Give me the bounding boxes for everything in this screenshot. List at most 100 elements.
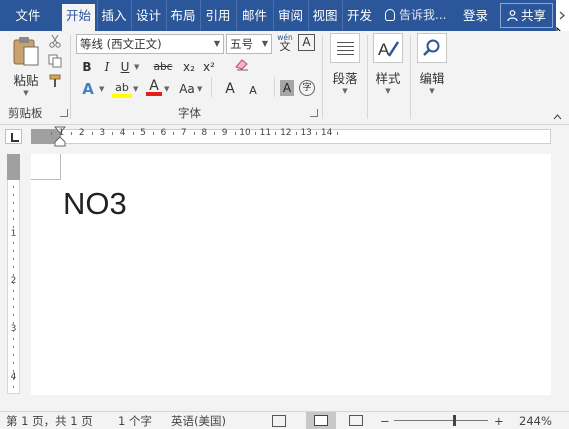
tab-view[interactable]: 视图 bbox=[308, 0, 341, 31]
vertical-ruler-tick bbox=[13, 234, 14, 236]
margin-corner bbox=[31, 154, 61, 180]
tab-insert[interactable]: 插入 bbox=[97, 0, 130, 31]
underline-button[interactable]: U bbox=[118, 58, 132, 76]
horizontal-ruler[interactable]: 1 2 3 4 5 6 7 8 9 10 11 12 13 14 bbox=[0, 126, 569, 147]
vertical-ruler-tick bbox=[13, 194, 14, 196]
styles-dropdown-arrow: ▼ bbox=[385, 87, 391, 95]
tab-layout[interactable]: 布局 bbox=[166, 0, 199, 31]
ribbon-tab-bar: 文件 开始 插入 设计 布局 引用 邮件 审阅 视图 开发 告诉我... 登录 … bbox=[0, 0, 569, 31]
lightbulb-icon bbox=[385, 9, 395, 21]
font-name-combobox[interactable]: 等线 (西文正文) ▼ bbox=[76, 34, 224, 54]
bold-button[interactable]: B bbox=[80, 58, 94, 76]
styles-button[interactable]: A 样式 ▼ bbox=[370, 33, 406, 99]
paste-label: 粘贴 bbox=[13, 73, 39, 88]
tab-home[interactable]: 开始 bbox=[62, 4, 95, 31]
underline-dropdown-arrow[interactable]: ▼ bbox=[134, 58, 139, 76]
tab-file[interactable]: 文件 bbox=[0, 0, 56, 31]
document-text[interactable]: NO3 bbox=[63, 186, 127, 222]
copy-icon bbox=[48, 54, 62, 68]
status-bar: 第 1 页，共 1 页 1 个字 英语(美国) − + 244% bbox=[0, 411, 569, 429]
font-size-combobox[interactable]: 五号 ▼ bbox=[226, 34, 272, 54]
change-case-dropdown-arrow[interactable]: ▼ bbox=[197, 80, 202, 98]
zoom-slider-thumb[interactable] bbox=[453, 415, 456, 426]
grow-font-button[interactable]: A bbox=[223, 80, 237, 98]
shrink-font-button[interactable]: A bbox=[246, 82, 260, 100]
styles-icon: A bbox=[373, 33, 403, 63]
web-layout-icon[interactable] bbox=[349, 415, 363, 426]
vertical-ruler-tick bbox=[13, 322, 14, 324]
chevron-down-icon[interactable]: ▼ bbox=[211, 35, 223, 53]
editing-label: 编辑 bbox=[419, 71, 445, 86]
clipboard-launcher-icon[interactable] bbox=[60, 109, 68, 117]
paste-button[interactable]: 粘贴 ▼ bbox=[8, 35, 44, 97]
paragraph-button[interactable]: 段落 ▼ bbox=[327, 33, 363, 99]
tell-me-box[interactable]: 告诉我... bbox=[385, 0, 446, 31]
ruler-tick bbox=[234, 132, 236, 135]
zoom-in-button[interactable]: + bbox=[494, 412, 504, 429]
separator bbox=[211, 77, 212, 97]
copy-button[interactable] bbox=[48, 54, 66, 72]
ruler-number: 3 bbox=[99, 128, 106, 138]
tab-mailings[interactable]: 邮件 bbox=[236, 0, 272, 31]
ruler-number: 5 bbox=[140, 128, 146, 138]
tab-developer[interactable]: 开发 bbox=[342, 0, 376, 31]
format-painter-button[interactable] bbox=[48, 74, 66, 92]
word-count[interactable]: 1 个字 bbox=[118, 412, 152, 429]
enclose-char-border-button[interactable]: A bbox=[298, 34, 315, 51]
separator bbox=[274, 77, 275, 97]
zoom-slider-track[interactable] bbox=[394, 420, 488, 421]
tab-selector-icon[interactable] bbox=[5, 129, 22, 144]
vertical-ruler-tick bbox=[13, 226, 14, 228]
vertical-scrollbar[interactable] bbox=[553, 147, 569, 401]
page-count[interactable]: 第 1 页，共 1 页 bbox=[6, 412, 93, 429]
font-color-button[interactable]: A bbox=[146, 77, 162, 96]
zoom-level[interactable]: 244% bbox=[519, 412, 552, 429]
character-shading-button[interactable]: A bbox=[280, 80, 294, 96]
strikethrough-button[interactable]: abc bbox=[152, 58, 174, 76]
superscript-button[interactable]: x² bbox=[201, 58, 217, 76]
vertical-ruler-tick bbox=[13, 370, 14, 372]
login-link[interactable]: 登录 bbox=[463, 0, 488, 31]
tab-review[interactable]: 审阅 bbox=[273, 0, 307, 31]
highlight-button[interactable]: ab bbox=[112, 78, 132, 98]
zoom-out-button[interactable]: − bbox=[380, 412, 390, 429]
tab-design[interactable]: 设计 bbox=[131, 0, 165, 31]
subscript-button[interactable]: x₂ bbox=[181, 58, 197, 76]
phonetic-guide-button[interactable]: wén 文 bbox=[276, 33, 294, 55]
font-group-label: 字体 bbox=[178, 106, 201, 120]
document-page[interactable]: NO3 bbox=[31, 154, 551, 395]
collapse-ribbon-icon[interactable] bbox=[553, 109, 562, 120]
vertical-ruler-tick bbox=[13, 346, 14, 348]
cut-button[interactable] bbox=[48, 34, 66, 52]
font-launcher-icon[interactable] bbox=[310, 109, 318, 117]
enclose-characters-button[interactable]: 字 bbox=[299, 80, 315, 96]
vertical-ruler-tick bbox=[13, 186, 14, 188]
font-color-dropdown-arrow[interactable]: ▼ bbox=[164, 80, 169, 98]
vertical-ruler-tick bbox=[13, 338, 14, 340]
ruler-number: 11 bbox=[259, 128, 272, 138]
change-case-button[interactable]: Aa bbox=[178, 80, 196, 98]
italic-button[interactable]: I bbox=[100, 58, 114, 76]
highlight-dropdown-arrow[interactable]: ▼ bbox=[133, 80, 138, 98]
vertical-ruler-tick bbox=[13, 306, 14, 308]
share-button[interactable]: 共享 bbox=[500, 3, 553, 28]
read-mode-icon[interactable] bbox=[272, 415, 286, 427]
paragraph-label: 段落 bbox=[332, 71, 358, 86]
editing-button[interactable]: 编辑 ▼ bbox=[414, 33, 450, 99]
vertical-ruler-tick bbox=[13, 298, 14, 300]
ruler-number: 12 bbox=[280, 128, 292, 138]
language-indicator[interactable]: 英语(美国) bbox=[171, 412, 226, 429]
tab-references[interactable]: 引用 bbox=[200, 0, 235, 31]
ruler-number: 2 bbox=[78, 128, 85, 138]
text-effects-button[interactable]: A bbox=[80, 80, 96, 98]
vertical-ruler-tick bbox=[13, 362, 14, 364]
group-separator bbox=[70, 35, 71, 119]
text-effects-dropdown-arrow[interactable]: ▼ bbox=[99, 80, 104, 98]
ruler-tick bbox=[132, 132, 134, 135]
paste-dropdown-arrow: ▼ bbox=[23, 89, 29, 97]
ribbon-home: 粘贴 ▼ 剪贴板 等线 (西文正文) ▼ 五号 ▼ wén 文 A B I U … bbox=[0, 31, 569, 125]
clear-formatting-button[interactable] bbox=[234, 56, 252, 74]
chevron-down-icon[interactable]: ▼ bbox=[259, 35, 271, 53]
vertical-ruler-number: 2 bbox=[10, 276, 17, 286]
print-layout-icon bbox=[314, 415, 328, 426]
